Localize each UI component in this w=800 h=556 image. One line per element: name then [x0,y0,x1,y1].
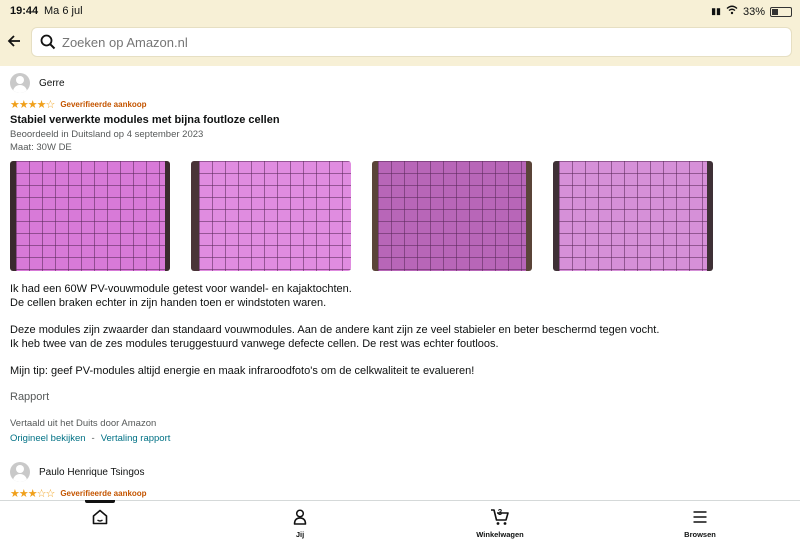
reviewer-info: Gerre [10,71,800,95]
status-indicators: ▮▮ 33% [711,5,792,18]
report-link[interactable]: Rapport [10,391,800,403]
review-photo[interactable] [372,161,532,271]
avatar [10,462,30,482]
verified-purchase-badge: Geverifieerde aankoop [60,99,147,109]
person-icon [293,509,307,525]
status-date: Ma 6 jul [44,5,83,17]
back-arrow-icon[interactable] [6,33,24,51]
tab-account-label: Jij [295,530,305,539]
reviewer-name: Paulo Henrique Tsingos [39,466,145,478]
tab-cart-label: Winkelwagen [476,530,524,539]
link-separator: - [91,433,95,444]
review-text-line: Ik heb twee van de zes modules teruggest… [10,338,499,350]
star-rating: ★★★★☆ [10,98,55,111]
reviewer-name: Gerre [39,77,65,89]
status-bar: 19:44 Ma 6 jul ▮▮ 33% [0,0,800,22]
review-title: Stabiel verwerkte modules met bijna fout… [10,114,280,126]
review-list: Gerre ★★★★☆ Geverifieerde aankoop Stabie… [0,66,800,500]
active-tab-indicator [85,500,115,503]
signal-icon: ▮▮ [711,6,721,16]
review-photos [10,161,800,271]
bottom-tab-bar: Jij 3 Winkelwagen Browsen [0,500,800,556]
tab-home[interactable] [60,500,140,530]
status-time: 19:44 [10,5,39,17]
top-bar: 19:44 Ma 6 jul ▮▮ 33% [0,0,800,66]
menu-icon [693,511,707,523]
review-text-line: Deze modules zijn zwaarder dan standaard… [10,324,660,336]
review-text-line: Ik had een 60W PV-vouwmodule getest voor… [10,283,352,295]
product-size: Maat: 30W DE [10,142,72,153]
review-photo[interactable] [191,161,351,271]
translation-links: Origineel bekijken - Vertaling rapport [10,433,800,444]
tab-cart[interactable]: 3 Winkelwagen [460,508,540,539]
home-icon [92,509,108,525]
rating-row: ★★★★☆ Geverifieerde aankoop [10,98,800,111]
battery-icon [770,6,792,17]
review-text-line: De cellen braken echter in zijn handen t… [10,297,327,309]
review-photo[interactable] [10,161,170,271]
cart-count-badge: 3 [497,508,503,517]
rating-row: ★★★☆☆ Geverifieerde aankoop [10,487,800,500]
tab-browse-label: Browsen [684,530,716,539]
translation-note: Vertaald uit het Duits door Amazon [10,418,157,429]
tab-account[interactable]: Jij [260,508,340,539]
search-bar[interactable] [31,27,792,57]
wifi-icon [726,5,738,18]
reviewer-info: Paulo Henrique Tsingos [10,460,800,484]
battery-percentage: 33% [742,5,765,18]
review-photo[interactable] [553,161,713,271]
star-rating: ★★★☆☆ [10,487,55,500]
view-original-link[interactable]: Origineel bekijken [10,433,86,444]
search-icon [40,34,56,50]
review-text-line: Mijn tip: geef PV-modules altijd energie… [10,365,475,377]
tab-browse[interactable]: Browsen [660,508,740,539]
avatar [10,73,30,93]
translation-report-link[interactable]: Vertaling rapport [101,433,171,444]
review-date: Beoordeeld in Duitsland op 4 september 2… [10,129,204,140]
verified-purchase-badge: Geverifieerde aankoop [60,488,147,498]
search-input[interactable] [62,34,742,50]
review-body: Ik had een 60W PV-vouwmodule getest voor… [10,282,800,378]
